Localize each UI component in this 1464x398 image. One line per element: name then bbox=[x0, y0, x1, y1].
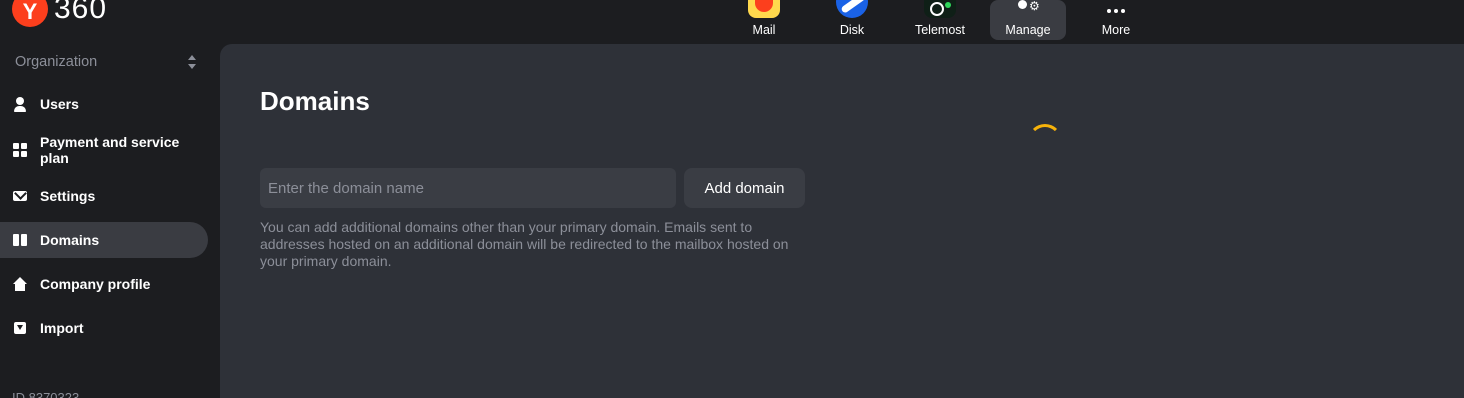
app-mail[interactable]: Mail bbox=[726, 0, 802, 40]
sidebar-item-users[interactable]: Users bbox=[0, 86, 208, 122]
sidebar-item-label: Company profile bbox=[40, 276, 151, 292]
page-title: Domains bbox=[260, 86, 370, 116]
add-domain-button[interactable]: Add domain bbox=[684, 168, 805, 208]
yandex-360-logo[interactable]: Y 360 bbox=[12, 0, 107, 30]
top-bar: Y 360 Mail Disk Telemost ⚙ Manage More bbox=[0, 0, 1464, 44]
app-telemost[interactable]: Telemost bbox=[902, 0, 978, 40]
grid-icon bbox=[12, 142, 28, 158]
organization-selector[interactable]: Organization bbox=[15, 54, 197, 70]
user-icon bbox=[12, 96, 28, 112]
sidebar-item-domains[interactable]: Domains bbox=[0, 222, 208, 258]
mail-icon bbox=[12, 188, 28, 204]
sidebar: Organization Users Payment and service p… bbox=[0, 44, 220, 398]
logo-text: 360 bbox=[54, 0, 108, 25]
import-icon bbox=[12, 320, 28, 336]
sidebar-item-label: Users bbox=[40, 96, 79, 112]
more-icon bbox=[1100, 0, 1132, 18]
sidebar-item-label: Settings bbox=[40, 188, 96, 204]
sort-arrows-icon bbox=[187, 55, 197, 69]
app-label: Telemost bbox=[914, 23, 966, 37]
yandex-logo-icon: Y bbox=[12, 0, 48, 27]
loading-spinner-icon bbox=[1028, 124, 1062, 158]
app-disk[interactable]: Disk bbox=[814, 0, 890, 40]
telemost-icon bbox=[924, 0, 956, 18]
app-label: More bbox=[1101, 23, 1131, 37]
app-switcher: Mail Disk Telemost ⚙ Manage More bbox=[726, 0, 1166, 40]
organization-id: ID 8370323 bbox=[12, 390, 80, 398]
disk-icon bbox=[836, 0, 868, 18]
app-label: Mail bbox=[752, 23, 776, 37]
sidebar-item-label: Domains bbox=[40, 232, 100, 248]
home-icon bbox=[12, 276, 28, 292]
app-more[interactable]: More bbox=[1078, 0, 1154, 40]
mail-icon bbox=[748, 0, 780, 18]
sidebar-item-settings[interactable]: Settings bbox=[0, 178, 208, 214]
sidebar-item-label: Import bbox=[40, 320, 84, 336]
sidebar-item-import[interactable]: Import bbox=[0, 310, 208, 346]
manage-icon: ⚙ bbox=[1012, 0, 1044, 18]
domain-name-input[interactable] bbox=[260, 168, 676, 208]
main-panel: Domains Add domain You can add additiona… bbox=[220, 44, 1464, 398]
sidebar-nav: Users Payment and service plan Settings … bbox=[0, 86, 208, 354]
domain-hint-text: You can add additional domains other tha… bbox=[260, 219, 789, 269]
domains-icon bbox=[12, 232, 28, 248]
organization-label: Organization bbox=[15, 54, 98, 70]
app-label: Manage bbox=[1005, 23, 1051, 37]
app-manage[interactable]: ⚙ Manage bbox=[990, 0, 1066, 40]
sidebar-item-company-profile[interactable]: Company profile bbox=[0, 266, 208, 302]
sidebar-item-label: Payment and service plan bbox=[40, 134, 180, 166]
app-label: Disk bbox=[839, 23, 865, 37]
sidebar-item-payment[interactable]: Payment and service plan bbox=[0, 130, 208, 170]
